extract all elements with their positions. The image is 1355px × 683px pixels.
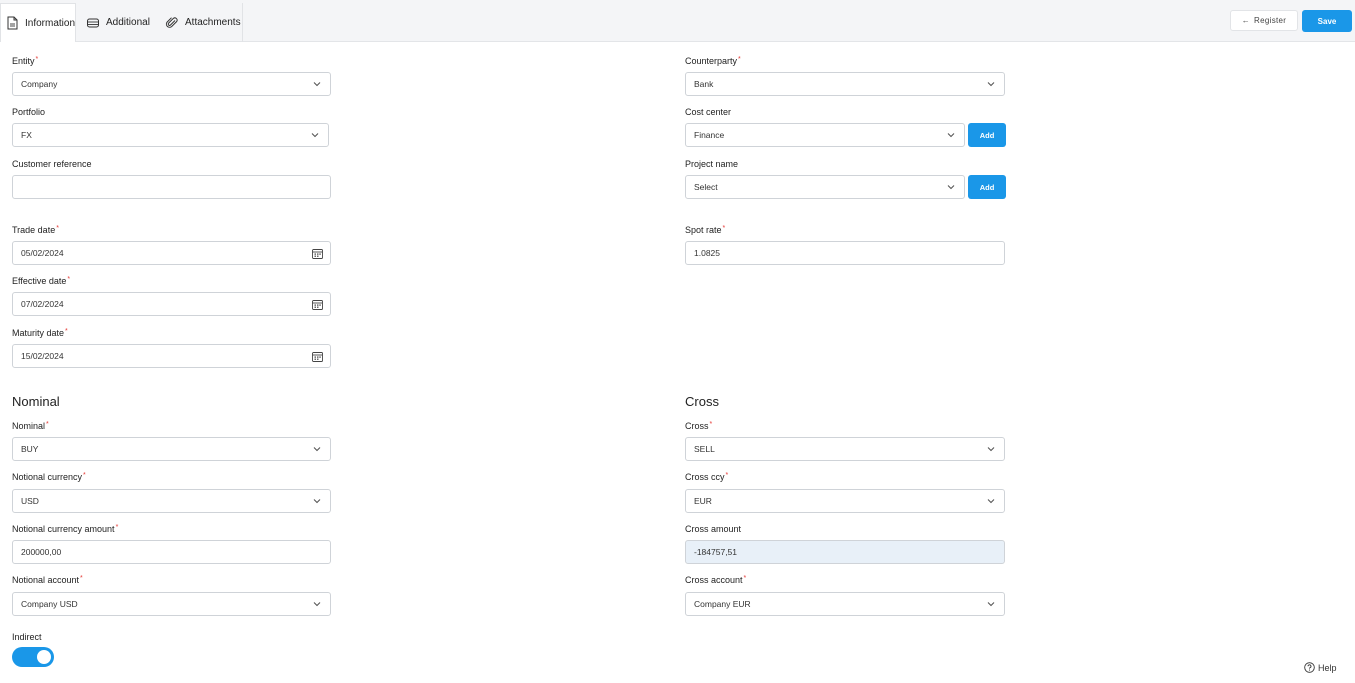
document-icon [5, 16, 19, 30]
cross-account-value: Company EUR [694, 599, 751, 609]
indirect-label: Indirect [12, 632, 42, 642]
spot-rate-input[interactable]: 1.0825 [685, 241, 1005, 265]
chevron-down-icon [313, 499, 321, 504]
chevron-down-icon [313, 602, 321, 607]
nominal-select[interactable]: BUY [12, 437, 331, 461]
cross-amount-field: -184757,51 [685, 540, 1005, 564]
entity-select[interactable]: Company [12, 72, 331, 96]
trade-date-label: Trade date* [12, 225, 59, 235]
paperclip-icon [165, 16, 179, 30]
chevron-down-icon [947, 133, 955, 138]
chevron-down-icon [313, 447, 321, 452]
cost-center-value: Finance [694, 130, 725, 140]
cross-ccy-label: Cross ccy* [685, 472, 729, 482]
notional-currency-amount-input[interactable]: 200000,00 [12, 540, 331, 564]
cross-section-title: Cross [685, 394, 719, 409]
cross-account-select[interactable]: Company EUR [685, 592, 1005, 616]
calendar-icon[interactable] [312, 299, 323, 310]
save-button-label: Save [1317, 16, 1337, 26]
stack-icon [86, 16, 100, 30]
register-button-label: Register [1254, 16, 1287, 25]
spot-rate-value: 1.0825 [694, 248, 720, 258]
top-toolbar: Information Additional Attachments ← Reg… [0, 0, 1355, 42]
cost-center-label: Cost center [685, 107, 732, 117]
cross-label: Cross* [685, 421, 713, 431]
maturity-date-label: Maturity date* [12, 328, 68, 338]
counterparty-select[interactable]: Bank [685, 72, 1005, 96]
cross-amount-value: -184757,51 [694, 547, 738, 557]
tab-additional-label: Additional [106, 17, 150, 28]
chevron-down-icon [987, 602, 995, 607]
arrow-left-icon: ← [1241, 16, 1251, 25]
help-label: Help [1318, 662, 1337, 673]
tab-attachments[interactable]: Attachments [161, 3, 243, 42]
spot-rate-label: Spot rate* [685, 225, 726, 235]
cross-ccy-value: EUR [694, 496, 712, 506]
cross-value: SELL [694, 444, 715, 454]
portfolio-value: FX [21, 130, 32, 140]
notional-account-label: Notional account* [12, 575, 83, 585]
effective-date-input[interactable]: 07/02/2024 [12, 292, 331, 316]
maturity-date-value: 15/02/2024 [21, 351, 64, 361]
counterparty-value: Bank [694, 79, 714, 89]
maturity-date-input[interactable]: 15/02/2024 [12, 344, 331, 368]
chevron-down-icon [987, 447, 995, 452]
save-button[interactable]: Save [1302, 10, 1352, 32]
add-project-button[interactable]: Add [968, 175, 1006, 199]
chevron-down-icon [987, 499, 995, 504]
customer-reference-label: Customer reference [12, 159, 92, 169]
project-name-select[interactable]: Select [685, 175, 965, 199]
add-cost-center-button[interactable]: Add [968, 123, 1006, 147]
register-button[interactable]: ← Register [1230, 10, 1298, 31]
notional-account-value: Company USD [21, 599, 78, 609]
tab-information-label: Information [25, 17, 76, 29]
tab-information[interactable]: Information [0, 3, 76, 42]
indirect-toggle[interactable] [12, 647, 54, 667]
entity-value: Company [21, 79, 58, 89]
cross-ccy-select[interactable]: EUR [685, 489, 1005, 513]
help-link[interactable]: Help [1304, 662, 1337, 673]
toggle-knob [37, 650, 51, 664]
cost-center-select[interactable]: Finance [685, 123, 965, 147]
effective-date-value: 07/02/2024 [21, 299, 64, 309]
project-name-label: Project name [685, 159, 739, 169]
customer-reference-input[interactable] [12, 175, 331, 199]
nominal-value: BUY [21, 444, 39, 454]
nominal-section-title: Nominal [12, 394, 60, 409]
notional-currency-select[interactable]: USD [12, 489, 331, 513]
cross-account-label: Cross account* [685, 575, 747, 585]
chevron-down-icon [987, 82, 995, 87]
portfolio-select[interactable]: FX [12, 123, 329, 147]
project-name-value: Select [694, 182, 718, 192]
tab-additional[interactable]: Additional [82, 3, 158, 42]
chevron-down-icon [313, 82, 321, 87]
add-cost-center-label: Add [979, 130, 995, 140]
notional-currency-value: USD [21, 496, 39, 506]
effective-date-label: Effective date* [12, 276, 71, 286]
notional-account-select[interactable]: Company USD [12, 592, 331, 616]
entity-label: Entity* [12, 56, 39, 66]
notional-currency-amount-value: 200000,00 [21, 547, 62, 557]
notional-currency-amount-label: Notional currency amount* [12, 524, 119, 534]
help-circle-icon [1304, 662, 1315, 673]
chevron-down-icon [947, 185, 955, 190]
trade-date-value: 05/02/2024 [21, 248, 64, 258]
counterparty-label: Counterparty* [685, 56, 741, 66]
chevron-down-icon [311, 133, 319, 138]
nominal-label: Nominal* [12, 421, 49, 431]
calendar-icon[interactable] [312, 248, 323, 259]
trade-date-input[interactable]: 05/02/2024 [12, 241, 331, 265]
cross-amount-label: Cross amount [685, 524, 742, 534]
cross-select[interactable]: SELL [685, 437, 1005, 461]
portfolio-label: Portfolio [12, 107, 46, 117]
notional-currency-label: Notional currency* [12, 472, 86, 482]
tab-attachments-label: Attachments [185, 17, 241, 28]
calendar-icon[interactable] [312, 351, 323, 362]
add-project-label: Add [979, 182, 995, 192]
